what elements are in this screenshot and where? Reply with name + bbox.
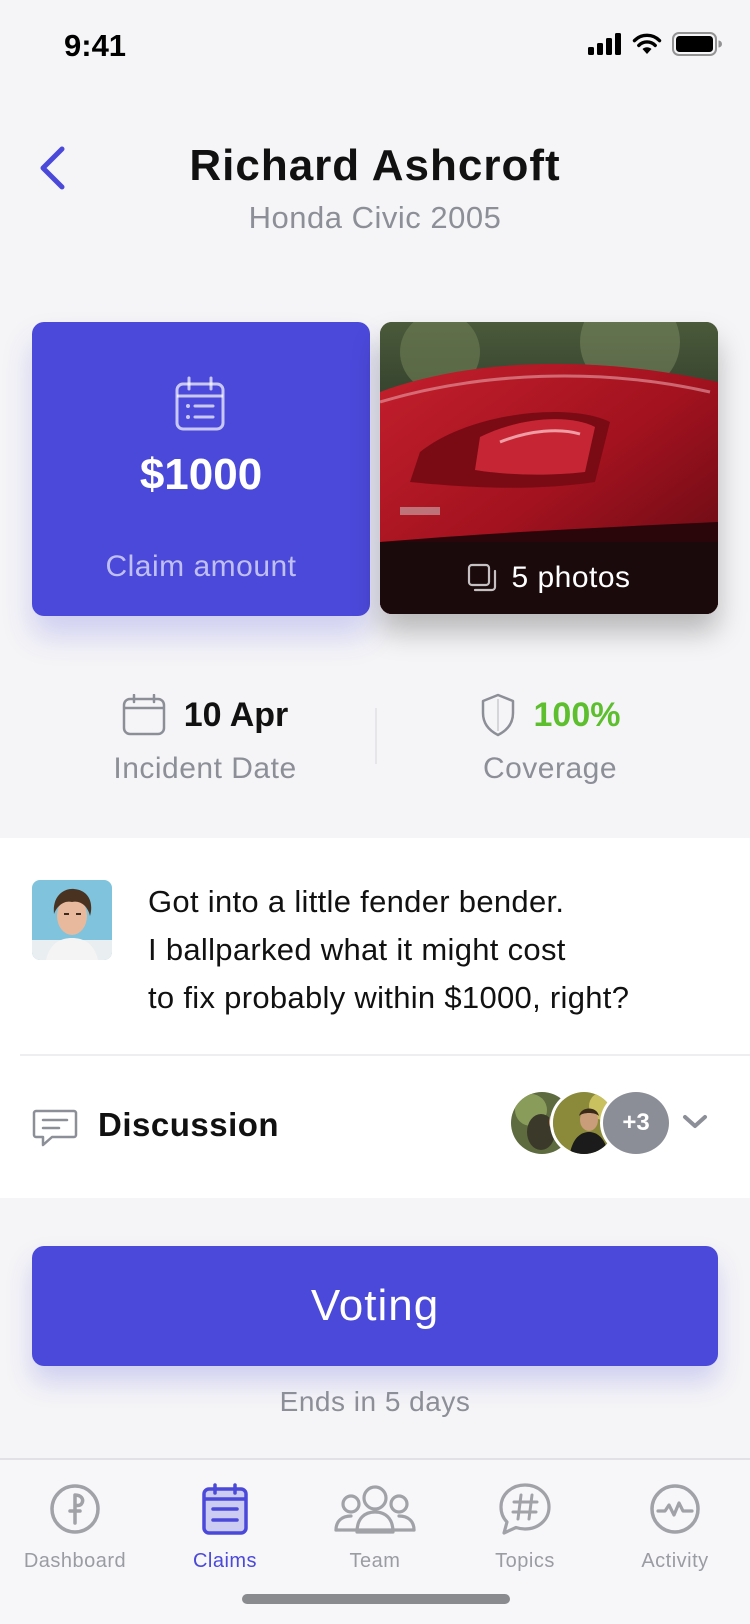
stats-divider [375, 708, 377, 764]
photos-icon [468, 563, 497, 592]
discussion-label: Discussion [98, 1106, 280, 1143]
page-title: Richard Ashcroft [189, 141, 561, 190]
tab-topics[interactable]: Topics [450, 1474, 600, 1573]
battery-icon [672, 32, 722, 56]
message-line: to fix probably within $1000, right? [148, 980, 630, 1015]
tab-team[interactable]: Team [300, 1474, 450, 1573]
user-photo [32, 880, 112, 960]
photos-overlay: 5 photos [380, 542, 718, 614]
photos-card[interactable]: 5 photos [380, 322, 718, 614]
voting-ends-text: Ends in 5 days [279, 1386, 471, 1417]
topics-icon [499, 1483, 551, 1535]
coverage-label: Coverage [482, 752, 618, 785]
dashboard-icon [50, 1484, 100, 1534]
tab-label: Team [349, 1550, 401, 1572]
tab-label: Activity [641, 1550, 709, 1572]
claim-amount-label: Claim amount [105, 550, 297, 583]
tab-dashboard[interactable]: Dashboard [0, 1474, 150, 1573]
participants-more-count: +3 [600, 1089, 672, 1157]
status-time: 9:41 [64, 28, 127, 63]
chevron-down-icon [683, 1115, 707, 1128]
claims-icon [202, 1483, 248, 1535]
activity-icon [650, 1484, 700, 1534]
message-line: Got into a little fender bender. [148, 884, 565, 919]
tab-label: Claims [192, 1550, 258, 1572]
photos-count: 5 photos [511, 561, 631, 594]
coverage-stat: 100% Coverage [440, 690, 660, 786]
shield-icon [481, 693, 514, 737]
page-subtitle: Honda Civic 2005 [248, 200, 502, 235]
voting-button[interactable]: Voting [32, 1246, 718, 1366]
tab-label: Topics [495, 1550, 555, 1572]
team-icon [334, 1485, 416, 1534]
tab-activity[interactable]: Activity [600, 1474, 750, 1573]
tab-claims[interactable]: Claims [150, 1474, 300, 1573]
incident-date-value: 10 Apr [183, 695, 289, 734]
incident-date-label: Incident Date [113, 752, 297, 785]
signal-icon [588, 33, 621, 55]
calendar-icon [122, 694, 165, 736]
header: Richard Ashcroft Honda Civic 2005 [0, 140, 750, 236]
avatar[interactable] [32, 880, 112, 960]
discussion-row[interactable]: Discussion +3 [0, 1056, 750, 1198]
status-bar: 9:41 [0, 0, 750, 94]
calendar-icon [175, 376, 225, 431]
tab-label: Dashboard [23, 1550, 127, 1572]
claim-message: Got into a little fender bender. I ballp… [148, 878, 728, 1022]
claim-post-card: Got into a little fender bender. I ballp… [0, 838, 750, 1198]
status-icons [588, 32, 722, 56]
message-line: I ballparked what it might cost [148, 932, 566, 967]
claim-amount-value: $1000 [139, 450, 263, 499]
home-indicator [242, 1594, 510, 1604]
wifi-icon [632, 33, 662, 54]
coverage-value: 100% [533, 695, 621, 734]
participant-avatars: +3 [508, 1089, 672, 1157]
chat-bubble-icon [32, 1109, 78, 1147]
incident-date-stat: 10 Apr Incident Date [90, 690, 320, 786]
claim-amount-card: $1000 Claim amount [32, 322, 370, 616]
